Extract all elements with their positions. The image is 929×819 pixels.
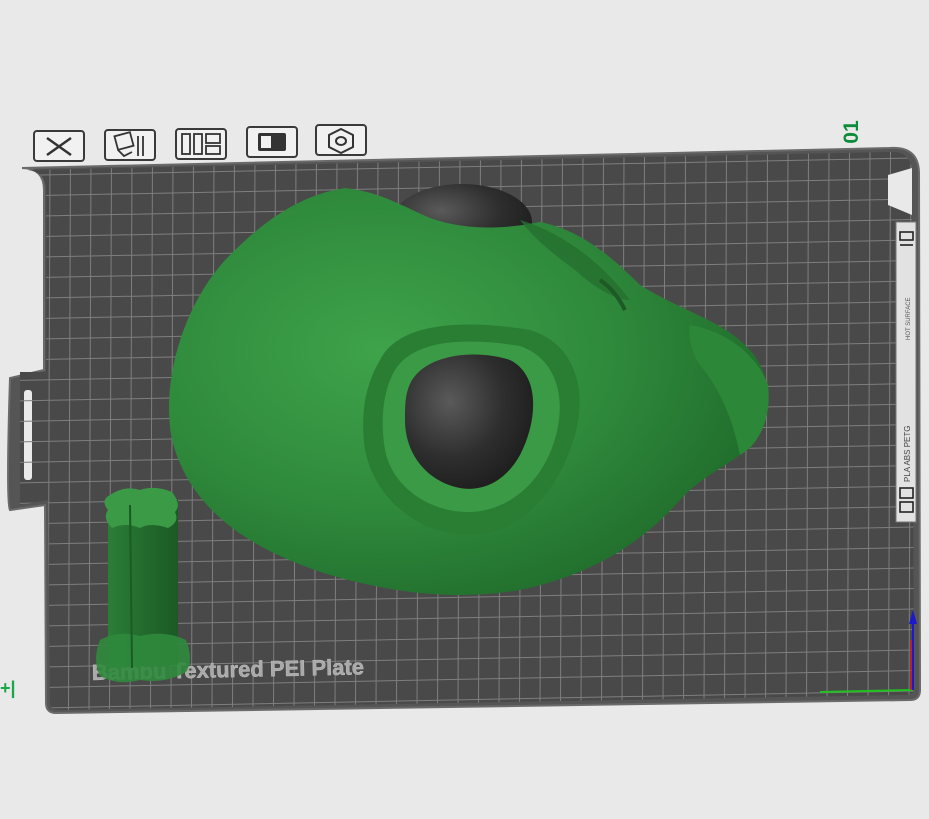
auto-orient-button[interactable] — [175, 128, 227, 160]
plate-side-label-hot: HOT SURFACE — [906, 297, 912, 340]
plate-settings-button[interactable] — [315, 124, 367, 156]
plate-handle-slot — [24, 390, 32, 480]
left-edge-marker: +| — [0, 678, 16, 698]
arrange-button[interactable] — [104, 129, 156, 161]
lock-icon — [258, 133, 286, 151]
plate-side-label-filaments: PLA ABS PETG — [903, 426, 912, 482]
3d-viewport[interactable]: HOT SURFACE PLA ABS PETG Bambu Textured … — [0, 0, 929, 819]
plate-toolbar — [33, 124, 367, 162]
remove-plate-button[interactable] — [33, 130, 85, 162]
pillar-model[interactable] — [96, 487, 190, 683]
lock-plate-button[interactable] — [246, 126, 298, 158]
plate-number: 01 — [840, 120, 863, 144]
pillar-base — [96, 633, 190, 683]
pillar-top — [104, 487, 178, 528]
